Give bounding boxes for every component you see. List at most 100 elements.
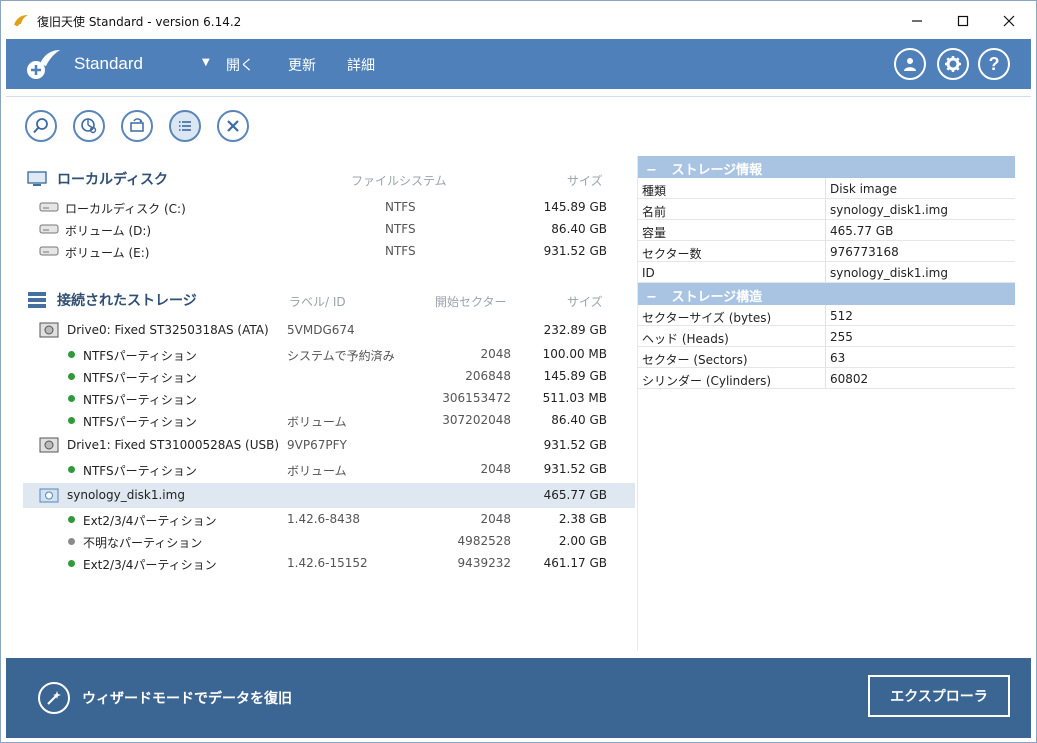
struct-value: 60802 (830, 372, 869, 386)
partition-scan-button[interactable] (73, 110, 105, 142)
partition-name: NTFSパーティション (83, 464, 197, 478)
explorer-button[interactable]: エクスプローラ (868, 675, 1010, 717)
status-dot (68, 395, 75, 402)
info-value: 976773168 (830, 245, 899, 259)
wizard-button-icon[interactable] (38, 682, 70, 714)
info-value: Disk image (830, 182, 897, 196)
image-row[interactable]: synology_disk1.img 465.77 GB (23, 483, 635, 508)
col-start-sector: 開始セクター (435, 295, 507, 309)
maximize-button[interactable] (940, 7, 986, 35)
storage-info-heading: ストレージ情報 (671, 163, 763, 178)
monitor-icon (27, 171, 47, 186)
partition-name: NTFSパーティション (83, 415, 197, 429)
local-disk-row[interactable]: ボリューム (E:) NTFS 931.52 GB (23, 240, 635, 262)
footer-bar: ウィザードモードでデータを復旧 エクスプローラ (6, 658, 1031, 738)
partition-row[interactable]: NTFSパーティション ボリューム 2048 931.52 GB (23, 458, 635, 480)
search-button[interactable] (25, 110, 57, 142)
image-name: synology_disk1.img (67, 488, 185, 502)
struct-row: セクター (Sectors) 63 (638, 347, 1015, 368)
help-button[interactable]: ? (978, 48, 1010, 80)
drive-icon (39, 437, 59, 453)
drive-name: Drive1: Fixed ST31000528AS (USB) (67, 438, 280, 452)
image-size: 465.77 GB (543, 488, 607, 502)
partition-label: ボリューム (287, 464, 347, 478)
hdd-icon (39, 224, 59, 234)
info-value: 465.77 GB (830, 224, 894, 238)
partition-start: 307202048 (442, 413, 511, 427)
partition-start: 2048 (480, 347, 511, 361)
info-value: synology_disk1.img (830, 266, 948, 280)
partition-row[interactable]: NTFSパーティション 306153472 511.03 MB (23, 387, 635, 409)
menu-dropdown-icon[interactable]: ▼ (202, 57, 210, 68)
local-disk-row[interactable]: ボリューム (D:) NTFS 86.40 GB (23, 218, 635, 240)
user-button[interactable] (894, 48, 926, 80)
struct-row: ヘッド (Heads) 255 (638, 326, 1015, 347)
disk-fs: NTFS (385, 222, 416, 236)
partition-start: 2048 (480, 462, 511, 476)
info-key: 種類 (642, 184, 667, 198)
local-disk-row[interactable]: ローカルディスク (C:) NTFS 145.89 GB (23, 196, 635, 218)
col-size: サイズ (567, 295, 603, 309)
partition-name: 不明なパーティション (83, 536, 203, 550)
partition-row[interactable]: NTFSパーティション システムで予約済み 2048 100.00 MB (23, 343, 635, 365)
user-icon (904, 58, 916, 71)
partition-start: 2048 (480, 512, 511, 526)
storage-stack-icon (28, 292, 46, 308)
disk-fs: NTFS (385, 244, 416, 258)
partition-size: 86.40 GB (551, 413, 607, 427)
info-row: 種類 Disk image (638, 178, 1015, 199)
info-key: 名前 (642, 205, 667, 219)
close-window-button[interactable] (986, 7, 1032, 35)
partition-size: 2.38 GB (558, 512, 607, 526)
status-dot (68, 417, 75, 424)
list-view-button[interactable] (169, 110, 201, 142)
partition-name: Ext2/3/4パーティション (83, 514, 217, 528)
collapse-icon: − (646, 290, 657, 305)
partition-row[interactable]: Ext2/3/4パーティション 1.42.6-8438 2048 2.38 GB (23, 508, 635, 530)
storage-info-header[interactable]: − ストレージ情報 (638, 156, 1015, 178)
restore-button[interactable] (121, 110, 153, 142)
brand-name: Standard (74, 54, 143, 73)
menu-open[interactable]: 開く (226, 55, 254, 75)
minimize-button[interactable] (894, 7, 940, 35)
storage-struct-header[interactable]: − ストレージ構造 (638, 283, 1015, 305)
partition-row[interactable]: NTFSパーティション ボリューム 307202048 86.40 GB (23, 409, 635, 431)
drive-row[interactable]: Drive1: Fixed ST31000528AS (USB) 9VP67PF… (23, 434, 635, 456)
partition-size: 511.03 MB (542, 391, 607, 405)
storage-struct-heading: ストレージ構造 (671, 290, 763, 305)
partition-size: 2.00 GB (558, 534, 607, 548)
col-size: サイズ (567, 174, 603, 188)
drive-row[interactable]: Drive0: Fixed ST3250318AS (ATA) 5VMDG674… (23, 319, 635, 341)
partition-start: 206848 (465, 369, 511, 383)
partition-row[interactable]: 不明なパーティション 4982528 2.00 GB (23, 530, 635, 552)
info-row: ID synology_disk1.img (638, 262, 1015, 283)
partition-row[interactable]: NTFSパーティション 206848 145.89 GB (23, 365, 635, 387)
struct-key: シリンダー (Cylinders) (642, 374, 772, 388)
hdd-icon (39, 202, 59, 212)
struct-key: セクターサイズ (bytes) (642, 311, 772, 325)
cancel-button[interactable] (217, 110, 249, 142)
partition-row[interactable]: Ext2/3/4パーティション 1.42.6-15152 9439232 461… (23, 552, 635, 574)
info-row: 容量 465.77 GB (638, 220, 1015, 241)
menu-refresh[interactable]: 更新 (288, 55, 316, 75)
local-disks-heading: ローカルディスク (57, 172, 169, 188)
minimize-icon (912, 20, 922, 22)
help-icon: ? (988, 53, 1000, 74)
drive-label: 5VMDG674 (287, 323, 355, 337)
partition-size: 931.52 GB (543, 462, 607, 476)
settings-button[interactable] (937, 48, 969, 80)
menu-details[interactable]: 詳細 (347, 55, 375, 75)
info-value: synology_disk1.img (830, 203, 948, 217)
partition-name: NTFSパーティション (83, 393, 197, 407)
wizard-mode-link[interactable]: ウィザードモードでデータを復旧 (82, 688, 292, 708)
collapse-icon: − (646, 163, 657, 178)
disk-fs: NTFS (385, 200, 416, 214)
window-title: 復旧天使 Standard - version 6.14.2 (37, 15, 242, 29)
disk-name: ボリューム (E:) (65, 246, 150, 260)
status-dot (68, 373, 75, 380)
info-row: 名前 synology_disk1.img (638, 199, 1015, 220)
info-key: ID (642, 266, 655, 280)
drive-icon (39, 322, 59, 338)
connected-storage-heading: 接続されたストレージ (57, 293, 197, 309)
gear-icon (945, 56, 961, 72)
